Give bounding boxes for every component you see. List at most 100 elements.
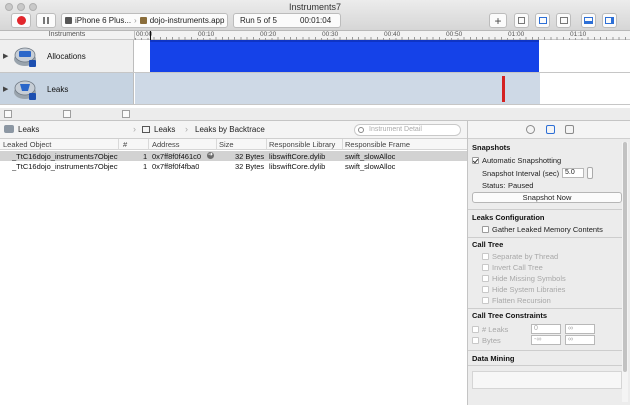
flatten-recursion-checkbox[interactable]: Flatten Recursion: [482, 296, 551, 305]
record-icon: [16, 16, 26, 25]
left-pane-icon[interactable]: [4, 110, 12, 118]
automatic-snapshotting-checkbox[interactable]: Automatic Snapshotting: [472, 156, 561, 165]
view-toggle-3-button[interactable]: [556, 13, 571, 28]
extended-detail-tab-icon[interactable]: [565, 125, 574, 134]
toggle-bottom-pane-button[interactable]: [581, 13, 596, 28]
section-title-snapshots: Snapshots: [472, 143, 511, 152]
toggle-right-pane-button[interactable]: [602, 13, 617, 28]
cell-size: 32 Bytes: [235, 152, 265, 161]
column-divider[interactable]: [216, 139, 217, 150]
tick-label: 01:10: [569, 31, 588, 38]
cell-size: 32 Bytes: [235, 162, 265, 171]
interval-label: Snapshot Interval (sec): [482, 169, 560, 178]
leaks-max-field[interactable]: ∞: [565, 324, 595, 334]
cell-address: 0x7ff8f0f461c0: [152, 152, 202, 161]
hide-system-libraries-checkbox[interactable]: Hide System Libraries: [482, 285, 565, 294]
data-mining-area[interactable]: [472, 371, 622, 389]
add-instrument-button[interactable]: +: [489, 13, 507, 28]
checkbox-icon: [482, 275, 489, 282]
time-ruler[interactable]: 00:00 00:10 00:20 00:30 00:40 00:50 01:0…: [134, 31, 630, 40]
run-selector[interactable]: Run 5 of 5 00:01:04: [233, 13, 341, 28]
search-placeholder: Instrument Detail: [369, 126, 422, 133]
column-divider[interactable]: [266, 139, 267, 150]
field-value: -∞: [534, 336, 542, 343]
tick-label: 01:00: [507, 31, 526, 38]
column-header-count[interactable]: #: [123, 140, 127, 149]
table-header: Leaked Object # Address Size Responsible…: [0, 139, 467, 150]
table-row[interactable]: _TtC16dojo_instruments7Object1 1 0x7ff8f…: [0, 151, 467, 161]
separate-by-thread-checkbox[interactable]: Separate by Thread: [482, 252, 558, 261]
track-header-allocations[interactable]: ▶ Allocations: [0, 40, 134, 72]
checkbox-label: # Leaks: [482, 325, 509, 334]
cell-library: libswiftCore.dylib: [269, 162, 326, 171]
snapshot-interval-field[interactable]: 5.0: [562, 168, 584, 178]
view-toggle-2-button[interactable]: [535, 13, 550, 28]
leaks-small-icon: [4, 125, 14, 133]
leaks-instrument-icon: [14, 80, 36, 100]
breadcrumb-view[interactable]: Leaks by Backtrace: [195, 125, 265, 134]
checkbox-label: Flatten Recursion: [492, 296, 551, 305]
leaks-min-field[interactable]: 0: [531, 324, 561, 334]
inspector-body: Snapshots Automatic Snapshotting Snapsho…: [468, 139, 623, 405]
view-toggle-1-button[interactable]: [514, 13, 529, 28]
target-selector[interactable]: iPhone 6 Plus... › dojo-instruments.app: [61, 13, 228, 28]
chevron-right-icon: ›: [133, 124, 136, 134]
disclosure-triangle-icon[interactable]: ▶: [3, 52, 8, 60]
divider: [468, 237, 623, 238]
column-header-frame[interactable]: Responsible Frame: [345, 140, 410, 149]
leak-marker[interactable]: [502, 76, 505, 102]
run-label: Run 5 of 5: [240, 16, 277, 25]
invert-call-tree-checkbox[interactable]: Invert Call Tree: [482, 263, 543, 272]
breadcrumb: Leaks › Leaks › Leaks by Backtrace Instr…: [0, 121, 467, 139]
gather-leaked-memory-checkbox[interactable]: Gather Leaked Memory Contents: [482, 225, 603, 234]
pause-icon: [43, 17, 49, 24]
inspector-scrollbar[interactable]: [622, 142, 628, 402]
bytes-max-field[interactable]: ∞: [565, 335, 595, 345]
track-header-leaks[interactable]: ▶ Leaks: [0, 73, 134, 104]
column-header-size[interactable]: Size: [219, 140, 234, 149]
breadcrumb-detail[interactable]: Leaks: [154, 125, 175, 134]
inspector-pane: Snapshots Automatic Snapshotting Snapsho…: [467, 121, 630, 405]
hide-missing-symbols-checkbox[interactable]: Hide Missing Symbols: [482, 274, 566, 283]
checkbox-icon: [472, 326, 479, 333]
column-divider[interactable]: [118, 139, 119, 150]
interval-stepper[interactable]: [587, 167, 593, 179]
column-divider[interactable]: [342, 139, 343, 150]
tick-label: 00:40: [383, 31, 402, 38]
scroll-thumb[interactable]: [623, 142, 627, 372]
cell-count: 1: [143, 162, 148, 171]
column-divider[interactable]: [148, 139, 149, 150]
column-header-address[interactable]: Address: [152, 140, 180, 149]
list-icon[interactable]: [63, 110, 71, 118]
disclosure-triangle-icon[interactable]: ▶: [3, 85, 8, 93]
snapshot-now-button[interactable]: Snapshot Now: [472, 192, 622, 203]
tick-label: 00:50: [445, 31, 464, 38]
field-value: 0: [534, 325, 538, 332]
search-input[interactable]: Instrument Detail: [354, 124, 461, 136]
record-button[interactable]: [11, 13, 31, 28]
display-settings-tab-icon[interactable]: [546, 125, 555, 134]
field-value: ∞: [568, 325, 573, 332]
instruments-column-label: Instruments: [48, 31, 86, 38]
checkbox-label: Invert Call Tree: [492, 263, 543, 272]
divider: [468, 308, 623, 309]
track-name: Allocations: [47, 52, 86, 61]
section-title-call-tree: Call Tree: [472, 240, 504, 249]
cell-frame: swift_slowAlloc: [345, 152, 396, 161]
checkbox-icon: [482, 264, 489, 271]
table-row[interactable]: _TtC16dojo_instruments7Object2 1 0x7ff8f…: [0, 161, 467, 171]
checkbox-icon: [482, 226, 489, 233]
bytes-min-field[interactable]: -∞: [531, 335, 561, 345]
record-settings-tab-icon[interactable]: [526, 125, 535, 134]
track-controls-bar: [0, 108, 630, 121]
leaks-constraint-checkbox[interactable]: # Leaks: [472, 325, 508, 334]
bytes-constraint-checkbox[interactable]: Bytes: [472, 336, 501, 345]
focus-arrow-button[interactable]: ➜: [207, 152, 214, 159]
pause-button[interactable]: [36, 13, 56, 28]
bottom-icon[interactable]: [122, 110, 130, 118]
column-header-library[interactable]: Responsible Library: [269, 140, 335, 149]
column-header-leaked-object[interactable]: Leaked Object: [3, 140, 51, 149]
section-title-call-tree-constraints: Call Tree Constraints: [472, 311, 548, 320]
breadcrumb-instrument[interactable]: Leaks: [18, 125, 39, 134]
tick-label: 00:20: [259, 31, 278, 38]
